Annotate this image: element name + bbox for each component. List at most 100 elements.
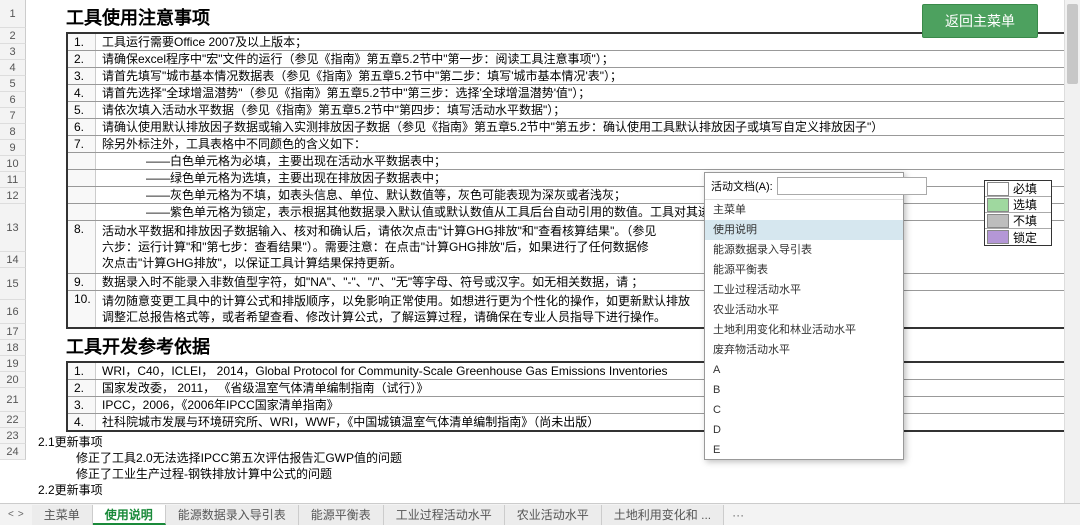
popup-item[interactable]: A <box>705 360 903 380</box>
popup-item[interactable]: 土地利用变化和林业活动水平 <box>705 320 903 340</box>
sheet-tab[interactable]: 土地利用变化和 ... <box>602 505 724 525</box>
legend-swatch-green <box>987 198 1009 212</box>
ref-num: 2. <box>68 380 96 396</box>
note-num: 6. <box>68 119 96 135</box>
row-header[interactable]: 8 <box>0 124 26 140</box>
note-text: 请勿随意变更工具中的计算公式和排版顺序，以免影响正常使用。如想进行更为个性化的操… <box>96 291 1068 327</box>
note-num: 1. <box>68 34 96 50</box>
row-header[interactable]: 21 <box>0 388 26 412</box>
popup-item[interactable]: 农业活动水平 <box>705 300 903 320</box>
popup-item[interactable]: 废弃物活动水平 <box>705 340 903 360</box>
popup-item[interactable]: 使用说明 <box>705 220 903 240</box>
tab-overflow-icon[interactable]: ··· <box>724 508 752 522</box>
return-main-menu-button[interactable]: 返回主菜单 <box>922 4 1038 38</box>
row-header[interactable]: 16 <box>0 300 26 324</box>
popup-input[interactable] <box>777 177 927 195</box>
popup-item[interactable]: C <box>705 400 903 420</box>
ref-text: 社科院城市发展与环境研究所、WRI，WWF，《中国城镇温室气体清单编制指南》（尚… <box>96 414 1068 430</box>
color-legend: 必填 选填 不填 锁定 <box>984 180 1052 246</box>
row-header[interactable]: 2 <box>0 28 26 44</box>
popup-label: 活动文档(A): <box>711 178 773 194</box>
ref-text: IPCC，2006，《2006年IPCC国家清单指南》 <box>96 397 1068 413</box>
refs-table: 1.WRI，C40，ICLEI， 2014，Global Protocol fo… <box>66 361 1070 432</box>
legend-swatch-white <box>987 182 1009 196</box>
sheet-tab[interactable]: 工业过程活动水平 <box>384 505 505 525</box>
update-line: 修正了工具2.0无法选择IPCC第五次评估报告汇GWP值的问题 <box>76 450 1070 466</box>
section-title-notes: 工具使用注意事项 <box>66 4 1070 30</box>
row-header[interactable]: 22 <box>0 412 26 428</box>
note-text: 请确保excel程序中"宏"文件的运行（参见《指南》第五章5.2节中"第一步：阅… <box>96 51 1068 67</box>
popup-item[interactable]: 主菜单 <box>705 200 903 220</box>
update-title: 2.2更新事项 <box>38 482 1070 498</box>
ref-num: 3. <box>68 397 96 413</box>
ref-num: 1. <box>68 363 96 379</box>
activate-document-popup: 活动文档(A): 主菜单 使用说明 能源数据录入导引表 能源平衡表 工业过程活动… <box>704 172 904 460</box>
note-text: 请依次填入活动水平数据（参见《指南》第五章5.2节中"第四步：填写活动水平数据"… <box>96 102 1068 118</box>
update-title: 2.1更新事项 <box>38 434 1070 450</box>
color-note: ——紫色单元格为锁定，表示根据其他数据录入默认值或默认数值从工具后台自动引用的数… <box>96 204 1068 220</box>
row-header[interactable]: 13 <box>0 204 26 252</box>
sheet-tab[interactable]: 使用说明 <box>93 505 166 525</box>
row-header[interactable]: 17 <box>0 324 26 340</box>
row-header[interactable]: 15 <box>0 268 26 300</box>
note-text: 活动水平数据和排放因子数据输入、核对和确认后，请依次点击"计算GHG排放"和"查… <box>96 221 1068 273</box>
row-header[interactable]: 1 <box>0 0 26 28</box>
ref-num: 4. <box>68 414 96 430</box>
popup-item[interactable]: 工业过程活动水平 <box>705 280 903 300</box>
note-num: 8. <box>68 221 96 273</box>
legend-label: 不填 <box>1013 212 1051 229</box>
popup-list[interactable]: 主菜单 使用说明 能源数据录入导引表 能源平衡表 工业过程活动水平 农业活动水平… <box>705 199 903 459</box>
row-header[interactable]: 4 <box>0 60 26 76</box>
row-header[interactable]: 18 <box>0 340 26 356</box>
popup-item[interactable]: D <box>705 420 903 440</box>
note-text: 请确认使用默认排放因子数据或输入实测排放因子数据（参见《指南》第五章5.2节中"… <box>96 119 1068 135</box>
ref-text: WRI，C40，ICLEI， 2014，Global Protocol for … <box>96 363 1068 379</box>
sheet-tab[interactable]: 主菜单 <box>32 505 93 525</box>
update-line: 修正了工业生产过程-钢铁排放计算中公式的问题 <box>76 466 1070 482</box>
updates-block: 2.1更新事项 修正了工具2.0无法选择IPCC第五次评估报告汇GWP值的问题 … <box>66 434 1070 498</box>
sheet-tab[interactable]: 能源平衡表 <box>299 505 384 525</box>
sheet-tabbar: < > 主菜单 使用说明 能源数据录入导引表 能源平衡表 工业过程活动水平 农业… <box>0 503 1080 525</box>
worksheet-content: 返回主菜单 工具使用注意事项 1.工具运行需要Office 2007及以上版本；… <box>26 0 1080 498</box>
tab-nav-next-icon[interactable]: > <box>18 509 24 520</box>
note-text: 除另外标注外，工具表格中不同颜色的含义如下： <box>96 136 1068 152</box>
popup-item[interactable]: E <box>705 440 903 459</box>
ref-text: 国家发改委， 2011， 《省级温室气体清单编制指南（试行）》 <box>96 380 1068 396</box>
section-title-refs: 工具开发参考依据 <box>66 333 1070 359</box>
note-text: 请首先填写"城市基本情况数据表（参见《指南》第五章5.2节中"第二步：填写'城市… <box>96 68 1068 84</box>
scrollbar-thumb[interactable] <box>1067 4 1078 84</box>
legend-label: 锁定 <box>1013 229 1051 246</box>
popup-item[interactable]: B <box>705 380 903 400</box>
note-num: 5. <box>68 102 96 118</box>
row-header[interactable]: 11 <box>0 172 26 188</box>
note-num: 2. <box>68 51 96 67</box>
sheet-tab[interactable]: 能源数据录入导引表 <box>166 505 299 525</box>
note-num: 3. <box>68 68 96 84</box>
legend-label: 必填 <box>1013 180 1051 197</box>
row-header[interactable]: 7 <box>0 108 26 124</box>
row-header[interactable]: 19 <box>0 356 26 372</box>
popup-item[interactable]: 能源平衡表 <box>705 260 903 280</box>
note-text: 数据录入时不能录入非数值型字符，如"NA"、"-"、"/"、"无"等字母、符号或… <box>96 274 1068 290</box>
vertical-scrollbar[interactable] <box>1064 0 1080 503</box>
note-num: 4. <box>68 85 96 101</box>
note-num: 9. <box>68 274 96 290</box>
tab-nav-prev-icon[interactable]: < <box>8 509 14 520</box>
row-header[interactable]: 5 <box>0 76 26 92</box>
row-header[interactable]: 6 <box>0 92 26 108</box>
row-header[interactable]: 24 <box>0 444 26 460</box>
note-text: 请首先选择"全球增温潜势"（参见《指南》第五章5.2节中"第三步：选择'全球增温… <box>96 85 1068 101</box>
row-header[interactable]: 12 <box>0 188 26 204</box>
row-header[interactable]: 20 <box>0 372 26 388</box>
row-header[interactable]: 23 <box>0 428 26 444</box>
legend-label: 选填 <box>1013 196 1051 213</box>
note-num: 10. <box>68 291 96 327</box>
row-header[interactable]: 3 <box>0 44 26 60</box>
row-header[interactable]: 14 <box>0 252 26 268</box>
legend-swatch-gray <box>987 214 1009 228</box>
note-num: 7. <box>68 136 96 152</box>
row-header[interactable]: 9 <box>0 140 26 156</box>
sheet-tab[interactable]: 农业活动水平 <box>505 505 602 525</box>
row-header[interactable]: 10 <box>0 156 26 172</box>
popup-item[interactable]: 能源数据录入导引表 <box>705 240 903 260</box>
